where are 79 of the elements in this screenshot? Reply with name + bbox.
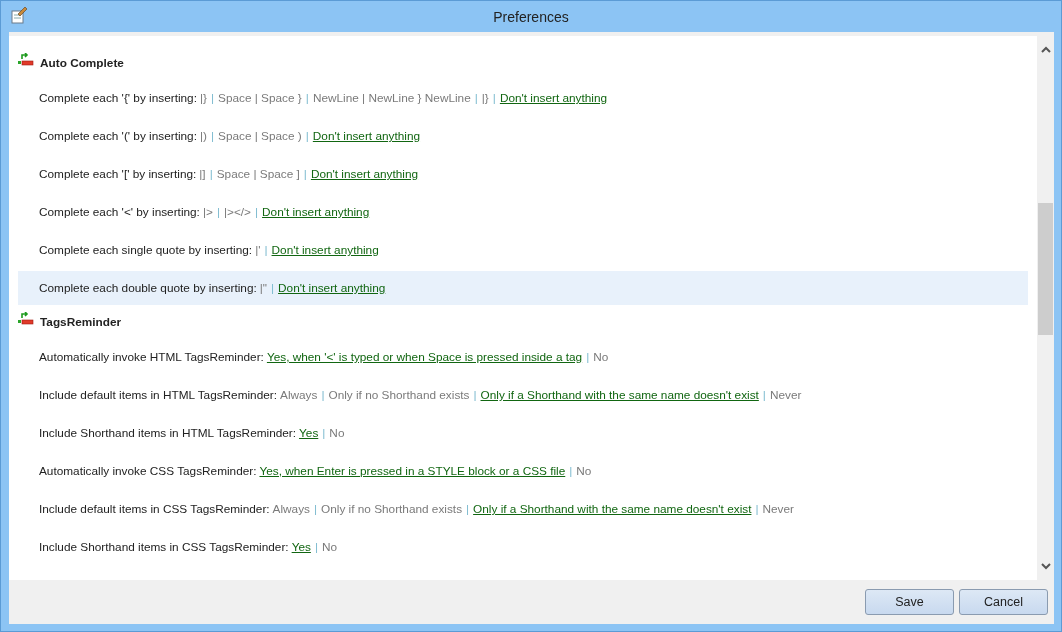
option-link[interactable]: Only if a Shorthand with the same name doesn't exist <box>473 502 752 516</box>
option-link[interactable]: No <box>321 540 338 554</box>
option-link[interactable]: Yes, when Enter is pressed in a STYLE block or a CSS file <box>259 464 566 478</box>
option-link[interactable]: Always <box>280 388 318 402</box>
setting-label: Automatically invoke CSS TagsReminder: <box>39 464 257 478</box>
option-link[interactable]: |} <box>199 91 207 105</box>
option-separator: | <box>210 91 215 105</box>
setting-label: Complete each '<' by inserting: <box>39 205 200 219</box>
option-separator: | <box>474 91 478 105</box>
option-separator: | <box>264 243 268 257</box>
scroll-down-icon[interactable] <box>1040 563 1051 570</box>
option-link[interactable]: No <box>576 464 592 478</box>
option-link[interactable]: |' <box>255 243 261 257</box>
option-link[interactable]: |) <box>199 129 207 143</box>
setting-label: Include default items in HTML TagsReminder: <box>39 388 277 402</box>
option-link[interactable]: Only if no Shorthand exists <box>321 502 463 516</box>
option-link[interactable]: Yes <box>291 540 311 554</box>
option-separator: | <box>313 502 318 516</box>
option-separator: | <box>210 129 215 143</box>
scroll-up-icon[interactable] <box>1040 46 1051 53</box>
option-separator: | <box>322 426 326 440</box>
section-title: Auto Complete <box>40 56 124 70</box>
section-icon <box>18 312 34 326</box>
option-separator: | <box>314 540 318 554</box>
option-separator: | <box>305 129 309 143</box>
option-link[interactable]: Don't insert anything <box>312 129 421 143</box>
setting-label: Complete each '[' by inserting: <box>39 167 197 181</box>
option-link[interactable]: Space | Space ] <box>216 167 300 181</box>
option-link[interactable]: No <box>329 426 345 440</box>
option-separator: | <box>466 502 470 516</box>
option-link[interactable]: |" <box>259 281 267 295</box>
option-link[interactable]: Only if no Shorthand exists <box>328 388 470 402</box>
option-separator: | <box>492 91 496 105</box>
option-separator: | <box>254 205 259 219</box>
setting-label: Automatically invoke HTML TagsReminder: <box>39 350 264 364</box>
option-link[interactable]: |} <box>481 91 489 105</box>
option-separator: | <box>755 502 759 516</box>
option-link[interactable]: Never <box>769 388 802 402</box>
option-separator: | <box>473 388 477 402</box>
option-link[interactable]: Don't insert anything <box>262 205 370 219</box>
option-link[interactable]: Don't insert anything <box>499 91 608 105</box>
setting-label: Complete each '(' by inserting: <box>39 129 197 143</box>
option-link[interactable]: Yes, when '<' is typed or when Space is pressed inside a tag <box>266 350 583 364</box>
setting-label: Complete each '{' by inserting: <box>39 91 197 105</box>
option-link[interactable]: No <box>593 350 609 364</box>
option-link[interactable]: |> <box>202 205 213 219</box>
option-separator: | <box>586 350 590 364</box>
option-link[interactable]: Space | Space ) <box>218 129 302 143</box>
option-separator: | <box>321 388 325 402</box>
option-link[interactable]: |></> <box>223 205 251 219</box>
option-separator: | <box>305 91 309 105</box>
cancel-button[interactable]: Cancel <box>959 589 1048 615</box>
option-link[interactable]: NewLine | NewLine } NewLine <box>312 91 471 105</box>
notepad-pen-icon <box>10 6 28 24</box>
setting-label: Complete each double quote by inserting: <box>39 281 257 295</box>
setting-label: Include Shorthand items in HTML TagsReminder: <box>39 426 297 440</box>
window-title: Preferences <box>493 8 569 25</box>
option-link[interactable]: Don't insert anything <box>310 167 419 181</box>
section-icon <box>18 53 34 67</box>
save-button[interactable]: Save <box>865 589 954 615</box>
option-separator: | <box>209 167 213 181</box>
option-separator: | <box>303 167 307 181</box>
option-link[interactable]: Always <box>272 502 310 516</box>
scroll-thumb[interactable] <box>1038 203 1053 335</box>
option-link[interactable]: Yes <box>299 426 319 440</box>
option-separator: | <box>569 464 573 478</box>
option-link[interactable]: Only if a Shorthand with the same name doesn't exist <box>480 388 759 402</box>
setting-label: Complete each single quote by inserting: <box>39 243 253 257</box>
setting-label: Include Shorthand items in CSS TagsReminder: <box>39 540 289 554</box>
option-link[interactable]: Never <box>762 502 794 516</box>
option-link[interactable]: |] <box>199 167 206 181</box>
option-separator: | <box>271 281 275 295</box>
section-title: TagsReminder <box>40 315 122 329</box>
setting-label: Include default items in CSS TagsReminder: <box>39 502 270 516</box>
option-link[interactable]: Don't insert anything <box>271 243 379 257</box>
option-link[interactable]: Space | Space } <box>218 91 302 105</box>
option-separator: | <box>216 205 220 219</box>
option-separator: | <box>762 388 766 402</box>
option-link[interactable]: Don't insert anything <box>278 281 386 295</box>
